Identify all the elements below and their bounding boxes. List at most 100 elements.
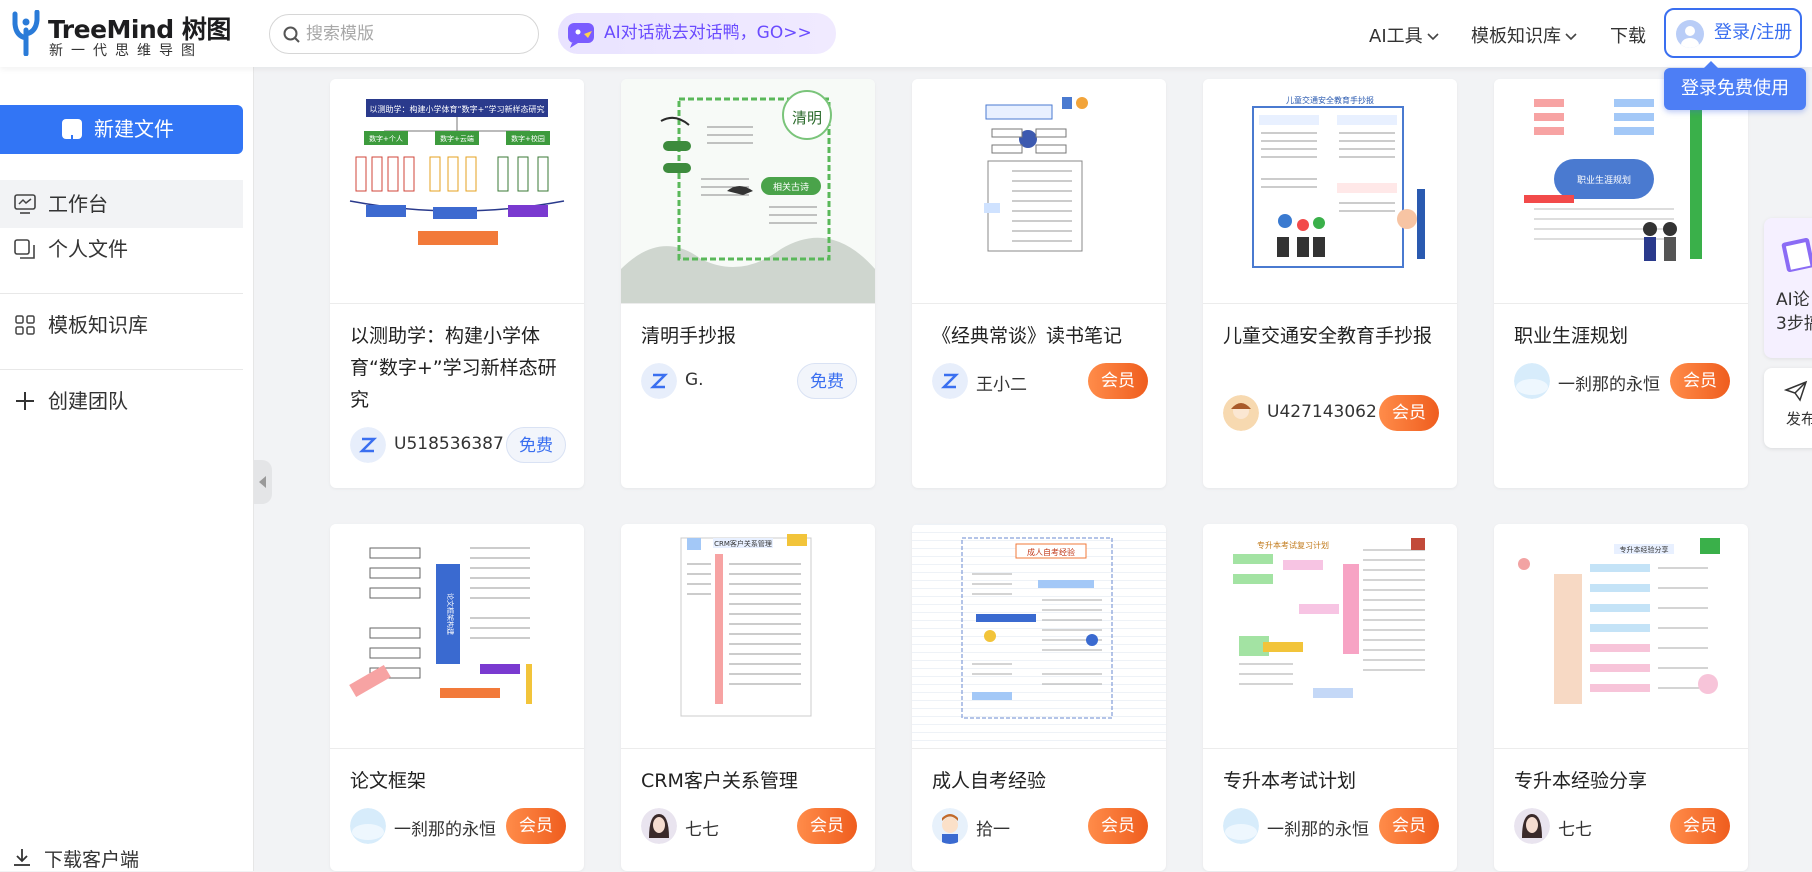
author-name: U427143062 <box>1267 402 1377 422</box>
template-thumbnail: 成人自考经验 <box>912 524 1166 749</box>
thumb-text: 论文框架构建 <box>446 593 455 635</box>
template-author: 一刹那的永恒 会员 <box>1514 361 1730 401</box>
template-thumbnail: 职业生涯规划 <box>1494 79 1748 304</box>
nav-template-library-label: 模板知识库 <box>1471 26 1561 47</box>
new-file-button[interactable]: 新建文件 <box>0 105 243 154</box>
author-name: 王小二 <box>976 375 1027 395</box>
template-author: 王小二 会员 <box>932 361 1148 401</box>
template-title[interactable]: 《经典常谈》读书笔记 <box>932 320 1148 352</box>
template-author: 一刹那的永恒 会员 <box>1223 806 1439 846</box>
template-card[interactable]: 论文框架构建 论文框架 一刹那的永恒 会员 <box>330 524 584 871</box>
duck-chat-icon <box>568 23 594 48</box>
template-card[interactable]: 成人自考经验 成人自考经验 拾一 会员 <box>912 524 1166 871</box>
thumb-text: 数字+个人 <box>369 134 403 143</box>
author-avatar <box>350 427 386 463</box>
author-avatar <box>1223 808 1259 844</box>
sidebar: 新建文件 工作台 个人文件 模板知识库 创建团队 <box>0 67 254 871</box>
sidebar-item-personal-files[interactable]: 个人文件 <box>0 225 243 273</box>
author-avatar <box>641 808 677 844</box>
thumb-text: 成人自考经验 <box>1027 547 1075 557</box>
sidebar-item-create-team[interactable]: 创建团队 <box>0 377 243 425</box>
author-avatar <box>1223 395 1259 431</box>
template-author: 拾一 会员 <box>932 806 1148 846</box>
template-thumbnail: 专升本考试复习计划 <box>1203 524 1457 749</box>
author-name: 七七 <box>685 820 719 840</box>
template-author: U518536387 免费 <box>350 425 566 465</box>
author-name: 拾一 <box>976 820 1010 840</box>
ai-panel-text-2: 3步搞 <box>1776 314 1812 334</box>
template-title[interactable]: 论文框架 <box>350 765 566 797</box>
nav-download[interactable]: 下载 <box>1610 22 1646 48</box>
nav-download-label: 下载 <box>1610 26 1646 47</box>
login-tooltip[interactable]: 登录免费使用 <box>1664 61 1806 110</box>
download-client-link[interactable]: 下载客户端 <box>12 845 139 872</box>
vip-badge: 会员 <box>1379 395 1439 431</box>
template-title[interactable]: 以测助学：构建小学体育“数字+”学习新样态研究 <box>350 320 566 416</box>
sidebar-item-workbench[interactable]: 工作台 <box>0 180 243 228</box>
search-box[interactable] <box>269 14 539 54</box>
template-card[interactable]: 清明 相关古诗 清明手抄报 G. 免费 <box>621 79 875 488</box>
sidebar-collapse-handle[interactable] <box>254 460 272 504</box>
author-name: 一刹那的永恒 <box>1558 375 1660 395</box>
ai-chat-banner[interactable]: AI对话就去对话鸭，GO>> <box>558 13 836 54</box>
vip-badge: 会员 <box>1670 808 1730 844</box>
free-badge: 免费 <box>506 427 566 463</box>
template-title[interactable]: 专升本考试计划 <box>1223 765 1439 797</box>
thumb-text: 清明 <box>792 109 822 127</box>
template-card[interactable]: 儿童交通安全教育手抄报 儿童交通安全教育手抄报 U427143062 会员 <box>1203 79 1457 488</box>
download-icon <box>14 849 30 866</box>
publish-panel[interactable]: 发布 <box>1764 368 1812 448</box>
template-title[interactable]: CRM客户关系管理 <box>641 765 857 797</box>
sidebar-divider <box>0 369 243 370</box>
ai-panel-text-1: AI论 <box>1776 290 1810 310</box>
template-title[interactable]: 专升本经验分享 <box>1514 765 1730 797</box>
author-avatar <box>932 808 968 844</box>
nav-ai-tools[interactable]: AI工具 <box>1369 22 1439 48</box>
template-author: 一刹那的永恒 会员 <box>350 806 566 846</box>
template-author: U427143062 会员 <box>1223 393 1439 433</box>
user-avatar-icon <box>1676 20 1704 48</box>
thumb-title: 以测助学：构建小学体育“数字+”学习新样态研究 <box>370 104 545 114</box>
sidebar-divider <box>0 293 243 294</box>
template-card[interactable]: CRM客户关系管理 CRM客户关系管理 七七 会员 <box>621 524 875 871</box>
search-input[interactable] <box>306 23 526 45</box>
author-name: G. <box>685 370 704 390</box>
vip-badge: 会员 <box>1379 808 1439 844</box>
thumb-text: 相关古诗 <box>773 181 809 193</box>
chevron-down-icon <box>1427 33 1439 41</box>
treemind-logo[interactable]: TreeMind 树图 新一代思维导图 <box>8 8 231 60</box>
tree-logo-icon <box>12 10 40 56</box>
ai-paper-panel[interactable]: AI论 3步搞 <box>1764 218 1812 358</box>
template-thumbnail: 专升本经验分享 <box>1494 524 1748 749</box>
template-title[interactable]: 职业生涯规划 <box>1514 320 1730 352</box>
template-title[interactable]: 成人自考经验 <box>932 765 1148 797</box>
template-title[interactable]: 儿童交通安全教育手抄报 <box>1223 320 1439 352</box>
chevron-down-icon <box>1565 33 1577 41</box>
sidebar-item-label: 个人文件 <box>48 237 128 261</box>
nav-template-library[interactable]: 模板知识库 <box>1471 22 1577 48</box>
plus-file-icon <box>62 119 82 145</box>
template-title[interactable]: 清明手抄报 <box>641 320 857 352</box>
download-client-label: 下载客户端 <box>44 849 140 871</box>
template-card[interactable]: 以测助学：构建小学体育“数字+”学习新样态研究 数字+个人 数字+云端 数字+校… <box>330 79 584 488</box>
template-thumbnail <box>912 79 1166 304</box>
template-card[interactable]: 职业生涯规划 职业生涯规划 一刹那的永恒 会员 <box>1494 79 1748 488</box>
sidebar-item-template-library[interactable]: 模板知识库 <box>0 301 243 349</box>
login-register-button[interactable]: 登录/注册 <box>1664 8 1802 58</box>
template-author: 七七 会员 <box>1514 806 1730 846</box>
grid-icon <box>15 315 35 335</box>
template-card[interactable]: 《经典常谈》读书笔记 王小二 会员 <box>912 79 1166 488</box>
thumb-text: 职业生涯规划 <box>1577 174 1631 186</box>
sidebar-item-label: 创建团队 <box>48 389 128 413</box>
search-icon <box>283 26 300 43</box>
plus-icon <box>16 392 34 410</box>
author-name: 一刹那的永恒 <box>1267 820 1369 840</box>
thumb-text: 数字+云端 <box>440 134 474 143</box>
monitor-icon <box>14 194 36 214</box>
template-card[interactable]: 专升本考试复习计划 专升本考试计划 一刹那的永恒 会员 <box>1203 524 1457 871</box>
thumb-text: CRM客户关系管理 <box>714 539 772 548</box>
new-file-label: 新建文件 <box>94 117 174 141</box>
template-card[interactable]: 专升本经验分享 专升本经验分享 七七 会员 <box>1494 524 1748 871</box>
template-thumbnail: 以测助学：构建小学体育“数字+”学习新样态研究 数字+个人 数字+云端 数字+校… <box>330 79 584 304</box>
top-header: TreeMind 树图 新一代思维导图 AI对话就去对话鸭，GO>> AI工具 … <box>0 0 1812 67</box>
